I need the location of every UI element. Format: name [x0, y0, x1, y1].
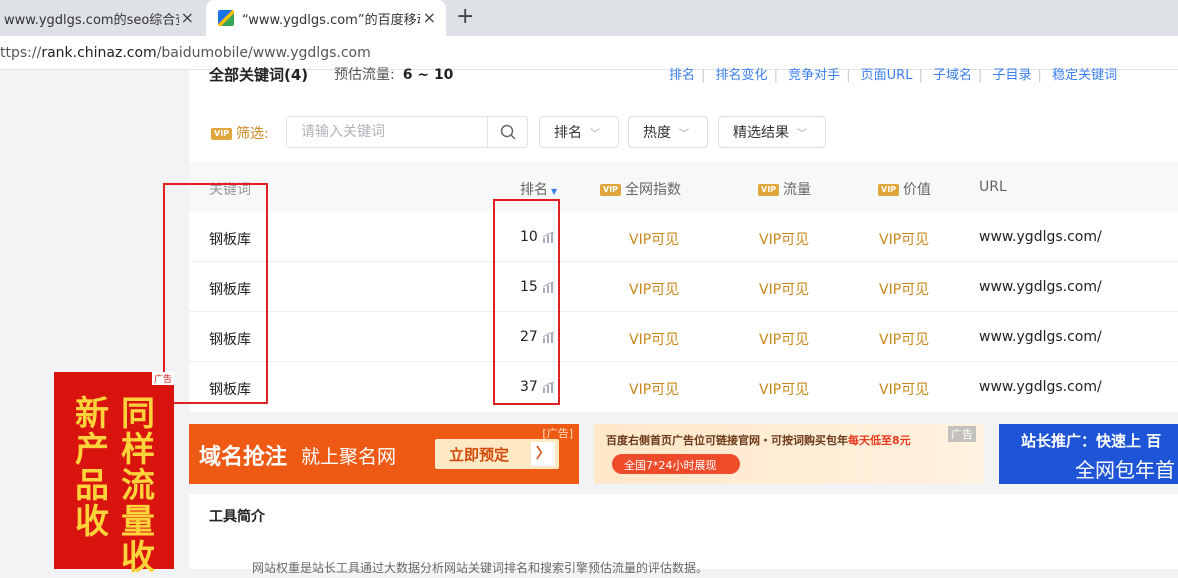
rank-highlight-box [493, 199, 560, 405]
col-traffic: VIP 流量 [758, 179, 811, 199]
page-title: 全部关键词(4) [209, 66, 309, 84]
ad-tag: [广告] [542, 427, 573, 440]
estimated-traffic: 预估流量: 6 ~ 10 [334, 64, 453, 84]
tab-title: www.ygdlgs.com的seo综合查询 [4, 12, 179, 28]
traffic-cell[interactable]: VIP可见 [759, 229, 809, 249]
vip-badge: VIP [878, 184, 900, 196]
tab-seo-query[interactable]: www.ygdlgs.com的seo综合查询 × [0, 0, 204, 36]
col-value: VIP 价值 [878, 179, 931, 199]
close-tab-icon[interactable]: × [181, 8, 194, 27]
value-cell[interactable]: VIP可见 [879, 379, 929, 399]
intro-description: 网站权重是站长工具通过大数据分析网站关键词排名和搜索引擎预估流量的评估数据。 [252, 561, 709, 575]
nav-link-competitors[interactable]: 竞争对手 [788, 68, 840, 83]
ad-text-col2: 同样流量收 [121, 394, 155, 578]
search-input[interactable] [287, 117, 487, 147]
nav-link-subdirectory[interactable]: 子目录 [993, 68, 1032, 83]
ad-tag: 广告 [948, 426, 976, 442]
ad-tag: 广告 [151, 372, 174, 385]
nav-link-stable-keywords[interactable]: 稳定关键词 [1052, 68, 1117, 83]
traffic-cell[interactable]: VIP可见 [759, 279, 809, 299]
search-icon [500, 124, 516, 140]
search-button[interactable] [487, 117, 527, 147]
intro-title: 工具简介 [209, 509, 265, 525]
table-row: 钢板库 27 VIP可见 VIP可见 VIP可见 www.ygdlgs.com/ [189, 312, 1178, 362]
keyword-highlight-box [163, 183, 268, 404]
top-nav-links: 排名 | 排名变化 | 竞争对手 | 页面URL | 子域名 | 子目录 | 稳定关键词 [669, 68, 1118, 83]
url-cell[interactable]: www.ygdlgs.com/ [979, 379, 1102, 395]
nav-link-rank-change[interactable]: 排名变化 [716, 68, 768, 83]
vip-badge: VIP [211, 128, 233, 140]
chevron-down-icon: ﹀ [679, 128, 689, 140]
tool-intro: 工具简介 网站权重是站长工具通过大数据分析网站关键词排名和搜索引擎预估流量的评估… [189, 494, 1178, 575]
index-cell[interactable]: VIP可见 [629, 229, 679, 249]
favicon-icon [218, 10, 234, 26]
url-cell[interactable]: www.ygdlgs.com/ [979, 279, 1102, 295]
rank-dropdown[interactable]: 排名 ﹀ [539, 116, 619, 148]
col-url: URL [979, 179, 1007, 195]
keyword-search [286, 116, 528, 148]
baidu-ad-banner[interactable]: 百度右侧首页广告位可链接官网・可按词购买包年每天低至8元 全国7*24小时展现 … [594, 424, 984, 484]
tab-title: “www.ygdlgs.com”的百度移动权重 [242, 12, 420, 28]
value-cell[interactable]: VIP可见 [879, 229, 929, 249]
url-cell[interactable]: www.ygdlgs.com/ [979, 329, 1102, 345]
featured-dropdown[interactable]: 精选结果 ﹀ [718, 116, 826, 148]
url-host: rank.chinaz.com [41, 45, 157, 61]
vip-badge: VIP [758, 184, 780, 196]
table-header: 关键词 排名 ▼ VIP 全网指数 VIP 流量 VIP 价值 URL [189, 162, 1178, 212]
nav-link-page-url[interactable]: 页面URL [861, 68, 913, 83]
heat-dropdown[interactable]: 热度 ﹀ [628, 116, 708, 148]
traffic-cell[interactable]: VIP可见 [759, 379, 809, 399]
value-cell[interactable]: VIP可见 [879, 329, 929, 349]
domain-register-ad[interactable]: 域名抢注 就上聚名网 立即预定〉 [广告] [189, 424, 579, 484]
chevron-down-icon: ﹀ [590, 128, 600, 140]
col-rank[interactable]: 排名 ▼ [520, 179, 557, 199]
close-tab-icon[interactable]: × [423, 8, 436, 27]
url-prefix: ttps:// [0, 45, 42, 61]
left-vertical-ad[interactable]: 广告 新产品收 同样流量收 [54, 372, 174, 576]
index-cell[interactable]: VIP可见 [629, 329, 679, 349]
vip-badge: VIP [600, 184, 622, 196]
ad-text-col1: 新产品收 [75, 394, 109, 542]
reserve-button[interactable]: 立即预定〉 [435, 439, 559, 469]
webmaster-promo-ad[interactable]: 站长推广：快速上 百 全网包年首 [999, 424, 1178, 484]
traffic-cell[interactable]: VIP可见 [759, 329, 809, 349]
traffic-label: 预估流量: [334, 67, 395, 83]
tab-baidu-mobile-rank[interactable]: “www.ygdlgs.com”的百度移动权重 × [206, 0, 446, 36]
table-row: 钢板库 37 VIP可见 VIP可见 VIP可见 www.ygdlgs.com/ [189, 362, 1178, 412]
traffic-value: 6 ~ 10 [402, 67, 454, 83]
filter-label: VIP 筛选: [211, 123, 269, 143]
keyword-panel: 全部关键词(4) 预估流量: 6 ~ 10 排名 | 排名变化 | 竞争对手 | 页面U… [189, 66, 1178, 412]
index-cell[interactable]: VIP可见 [629, 279, 679, 299]
new-tab-icon[interactable]: + [456, 4, 474, 29]
value-cell[interactable]: VIP可见 [879, 279, 929, 299]
sort-down-icon: ▼ [551, 187, 558, 196]
col-index: VIP 全网指数 [600, 179, 681, 199]
table-row: 钢板库 10 VIP可见 VIP可见 VIP可见 www.ygdlgs.com/ [189, 212, 1178, 262]
browser-tab-bar: www.ygdlgs.com的seo综合查询 × “www.ygdlgs.com… [0, 0, 1178, 36]
chevron-down-icon: ﹀ [797, 128, 807, 140]
url-path: /baidumobile/www.ygdlgs.com [156, 45, 371, 61]
nav-link-rank[interactable]: 排名 [669, 68, 695, 83]
url-cell[interactable]: www.ygdlgs.com/ [979, 229, 1102, 245]
chevron-right-icon: 〉 [531, 442, 555, 466]
table-row: 钢板库 15 VIP可见 VIP可见 VIP可见 www.ygdlgs.com/ [189, 262, 1178, 312]
index-cell[interactable]: VIP可见 [629, 379, 679, 399]
nav-link-subdomain[interactable]: 子域名 [933, 68, 972, 83]
